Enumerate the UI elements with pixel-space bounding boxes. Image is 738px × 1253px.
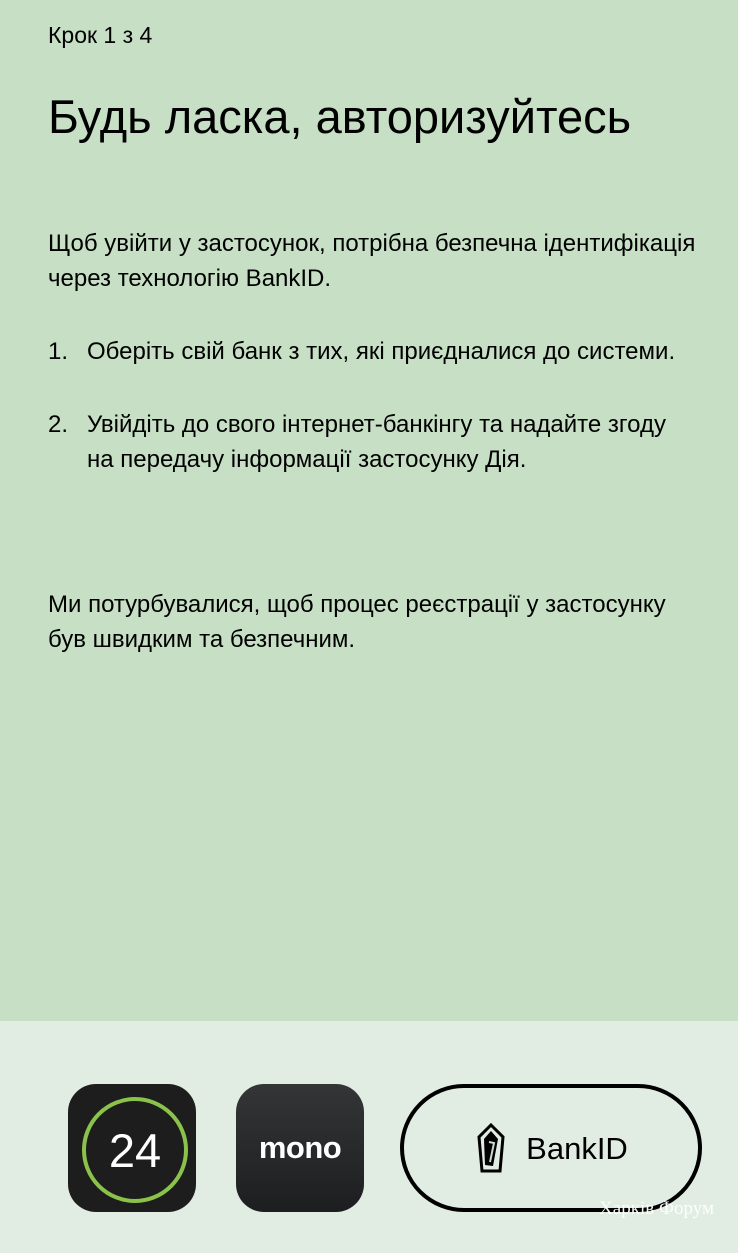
- bank-selection-footer: 24 mono BankID Харків Форум: [0, 1021, 738, 1253]
- outro-text: Ми потурбувалися, щоб процес реєстрації …: [48, 591, 666, 653]
- page-title: Будь ласка, авторизуйтесь: [48, 90, 632, 143]
- list-item-text: Увійдіть до свого інтернет-банкінгу та н…: [87, 411, 666, 473]
- list-item-number: 1.: [48, 338, 69, 365]
- list-item-text: Оберіть свій банк з тих, які приєдналися…: [87, 338, 676, 365]
- list-item: 2. Увійдіть до свого інтернет-банкінгу т…: [48, 407, 698, 477]
- bankid-label: BankID: [526, 1130, 628, 1166]
- bankid-button[interactable]: BankID: [400, 1084, 702, 1212]
- bankid-icon: [477, 1122, 505, 1173]
- privat24-button[interactable]: 24: [68, 1084, 196, 1212]
- privat24-label: 24: [108, 1123, 162, 1177]
- watermark: Харків Форум: [599, 1198, 714, 1219]
- main-content: Крок 1 з 4 Будь ласка, авторизуйтесь Щоб…: [0, 0, 738, 1021]
- intro-text: Щоб увійти у застосунок, потрібна безпеч…: [48, 230, 696, 292]
- list-item-number: 2.: [48, 411, 69, 438]
- step-indicator: Крок 1 з 4: [48, 22, 153, 48]
- list-item: 1. Оберіть свій банк з тих, які приєднал…: [48, 334, 698, 369]
- privat24-logo: 24: [82, 1097, 188, 1203]
- instruction-list: 1. Оберіть свій банк з тих, які приєднал…: [48, 334, 698, 515]
- monobank-label: mono: [258, 1130, 342, 1165]
- monobank-button[interactable]: mono: [236, 1084, 364, 1212]
